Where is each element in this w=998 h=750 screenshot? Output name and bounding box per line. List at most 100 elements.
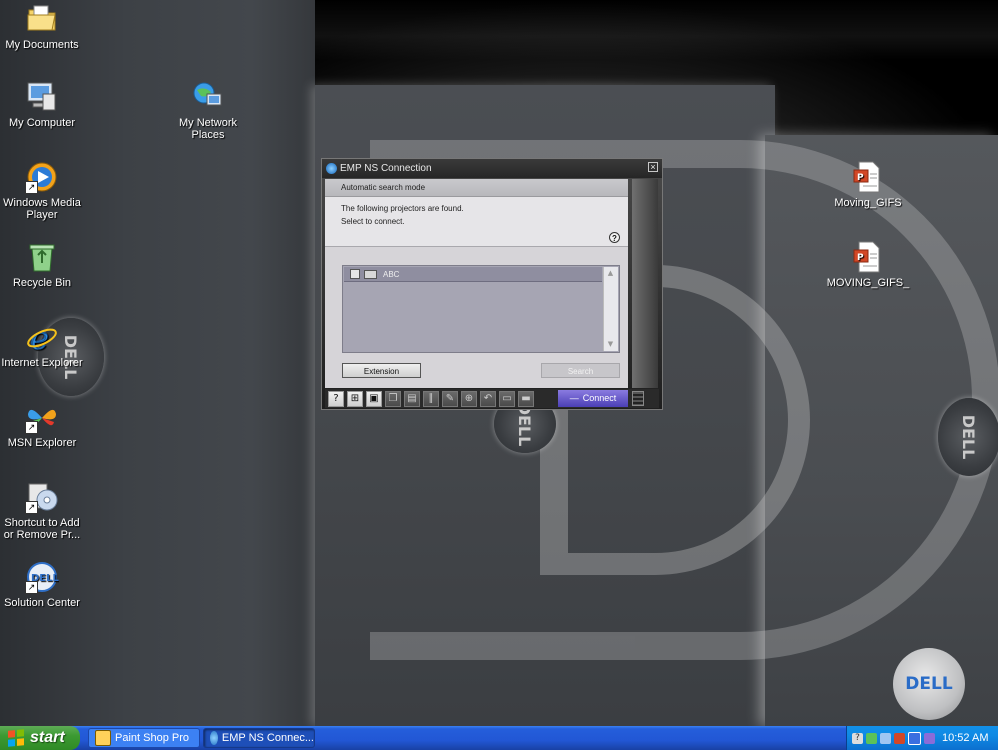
taskbar: start Paint Shop Pro EMP NS Connec... ? … — [0, 726, 998, 750]
dialog-body: Automatic search mode The following proj… — [325, 179, 628, 388]
emp-ns-connection-window: EMP NS Connection × Automatic search mod… — [321, 158, 663, 410]
desktop-icon-internet-explorer[interactable]: e Internet Explorer — [0, 319, 84, 369]
emp-app-icon — [326, 163, 337, 174]
computer-icon — [25, 80, 59, 114]
shortcut-arrow-icon: ↗ — [25, 501, 38, 514]
connect-label: Connect — [582, 393, 617, 403]
security-tray-icon[interactable] — [894, 732, 905, 744]
shortcut-arrow-icon: ↗ — [25, 421, 38, 434]
svg-text:P: P — [857, 253, 864, 263]
powerpoint-file-icon: P — [851, 240, 885, 274]
start-button[interactable]: start — [0, 726, 80, 750]
projector-checkbox[interactable] — [350, 269, 360, 279]
connect-button[interactable]: — Connect — [558, 390, 628, 407]
desktop-icon-windows-media-player[interactable]: ↗ Windows Media Player — [0, 160, 84, 221]
shortcut-arrow-icon: ↗ — [25, 581, 38, 594]
taskbar-item-label: EMP NS Connec... — [221, 732, 314, 744]
help-tray-icon[interactable]: ? — [852, 732, 863, 744]
help-icon[interactable]: ? — [609, 232, 620, 243]
cd-install-icon: ↗ — [25, 480, 59, 514]
remote-icon[interactable]: ▬ — [518, 390, 534, 407]
help-icon[interactable]: ? — [328, 390, 344, 407]
desktop-icon-label: Recycle Bin — [12, 277, 72, 289]
search-mode-label: Automatic search mode — [325, 179, 628, 197]
desktop-icon-my-network-places[interactable]: My Network Places — [166, 80, 250, 141]
scroll-down-icon[interactable]: ▼ — [606, 340, 615, 349]
internet-explorer-icon: e — [25, 319, 59, 357]
desktop-icon-solution-center[interactable]: DELL ↗ Solution Center — [0, 560, 84, 609]
paint-shop-pro-icon — [95, 730, 111, 746]
desktop-icon-label: MSN Explorer — [7, 437, 77, 449]
media-player-icon: ↗ — [25, 160, 59, 194]
pen-icon[interactable]: ✎ — [442, 390, 458, 407]
info-text-found: The following projectors are found. — [341, 204, 464, 213]
window-titlebar[interactable]: EMP NS Connection × — [322, 159, 662, 178]
folder-documents-icon — [25, 2, 59, 36]
windows-logo-icon — [8, 729, 24, 747]
projector-name: ABC — [383, 269, 400, 279]
extension-button[interactable]: Extension — [342, 363, 421, 378]
info-text-select: Select to connect. — [341, 217, 405, 226]
desktop-icon-label: Internet Explorer — [1, 357, 83, 369]
desktop-icon-label: Shortcut to Add or Remove Pr... — [3, 517, 81, 541]
dell-logo-text: DELL — [905, 674, 953, 694]
bluetooth-tray-icon[interactable] — [908, 731, 921, 745]
projector-icon — [364, 269, 377, 279]
desktop-icon-label: My Documents — [5, 39, 79, 51]
desktop-icon-my-documents[interactable]: My Documents — [0, 2, 84, 51]
connect-dash-icon: — — [569, 393, 579, 403]
powerpoint-file-icon: P — [851, 160, 885, 194]
desktop-icon-label: MOVING_GIFS_ — [826, 277, 910, 289]
desktop-icon-label: Windows Media Player — [3, 197, 81, 221]
network-settings-icon[interactable]: ⊞ — [347, 390, 363, 407]
copy-icon[interactable]: ❐ — [385, 390, 401, 407]
projector-list-item[interactable]: ABC — [344, 267, 602, 282]
dell-logo-badge: DELL — [893, 648, 965, 720]
system-tray: ? 10:52 AM — [846, 726, 998, 750]
desktop-icon-msn-explorer[interactable]: ↗ MSN Explorer — [0, 400, 84, 449]
recycle-bin-icon — [25, 240, 59, 274]
display-tray-icon[interactable] — [880, 732, 891, 744]
pause-icon[interactable]: ∥ — [423, 390, 439, 407]
desktop-icon-moving-gifs-ppt-2[interactable]: P MOVING_GIFS_ — [826, 240, 910, 289]
desktop-icon-label: Solution Center — [4, 597, 80, 609]
search-button[interactable]: Search — [541, 363, 620, 378]
projector-list[interactable]: ABC ▲ ▼ — [342, 265, 620, 353]
wireless-tray-icon[interactable] — [924, 732, 935, 744]
display-settings-icon[interactable]: ▣ — [366, 390, 382, 407]
taskbar-item-paint-shop-pro[interactable]: Paint Shop Pro — [88, 728, 200, 748]
dialog-side-panel — [632, 179, 658, 388]
svg-text:P: P — [857, 173, 864, 183]
emp-app-icon — [210, 731, 218, 745]
dell-solution-center-icon: DELL ↗ — [25, 560, 60, 594]
network-tray-icon[interactable] — [866, 732, 877, 744]
close-button[interactable]: × — [648, 162, 658, 172]
desktop-icon-add-remove-programs[interactable]: ↗ Shortcut to Add or Remove Pr... — [0, 480, 84, 541]
desktop-icon-my-computer[interactable]: My Computer — [0, 80, 84, 129]
scroll-up-icon[interactable]: ▲ — [606, 269, 615, 278]
disconnect-icon[interactable]: ▭ — [499, 390, 515, 407]
start-label: start — [30, 729, 65, 746]
desktop-icon-label: Moving_GIFS — [834, 197, 902, 209]
taskbar-item-emp-ns-connection[interactable]: EMP NS Connec... — [203, 728, 315, 748]
wallpaper-disc: DELL — [938, 398, 998, 476]
shortcut-arrow-icon: ↗ — [25, 181, 38, 194]
window-title: EMP NS Connection — [340, 163, 432, 174]
zoom-icon[interactable]: ⊕ — [461, 390, 477, 407]
info-area: The following projectors are found. Sele… — [325, 197, 628, 247]
msn-butterfly-icon: ↗ — [25, 400, 59, 434]
network-globe-icon — [191, 80, 225, 114]
desktop-icon-moving-gifs-ppt[interactable]: P Moving_GIFS — [826, 160, 910, 209]
dialog-toolbar: ? ⊞ ▣ ❐ ▤ ∥ ✎ ⊕ ↶ ▭ ▬ — Connect — [325, 389, 659, 408]
wallpaper-disc-logo: DELL — [959, 414, 979, 460]
clock[interactable]: 10:52 AM — [942, 732, 988, 744]
desktop-icon-label: My Network Places — [178, 117, 238, 141]
list-scrollbar[interactable]: ▲ ▼ — [603, 267, 618, 351]
desktop-icon-label: My Computer — [8, 117, 76, 129]
desktop-icon-recycle-bin[interactable]: Recycle Bin — [0, 240, 84, 289]
toolbar-menu-icon[interactable] — [632, 391, 644, 406]
taskbar-item-label: Paint Shop Pro — [115, 732, 189, 744]
desktop: DELL DELL DELL DELL My Documents My Comp… — [0, 0, 998, 726]
document-icon[interactable]: ▤ — [404, 390, 420, 407]
undo-icon[interactable]: ↶ — [480, 390, 496, 407]
